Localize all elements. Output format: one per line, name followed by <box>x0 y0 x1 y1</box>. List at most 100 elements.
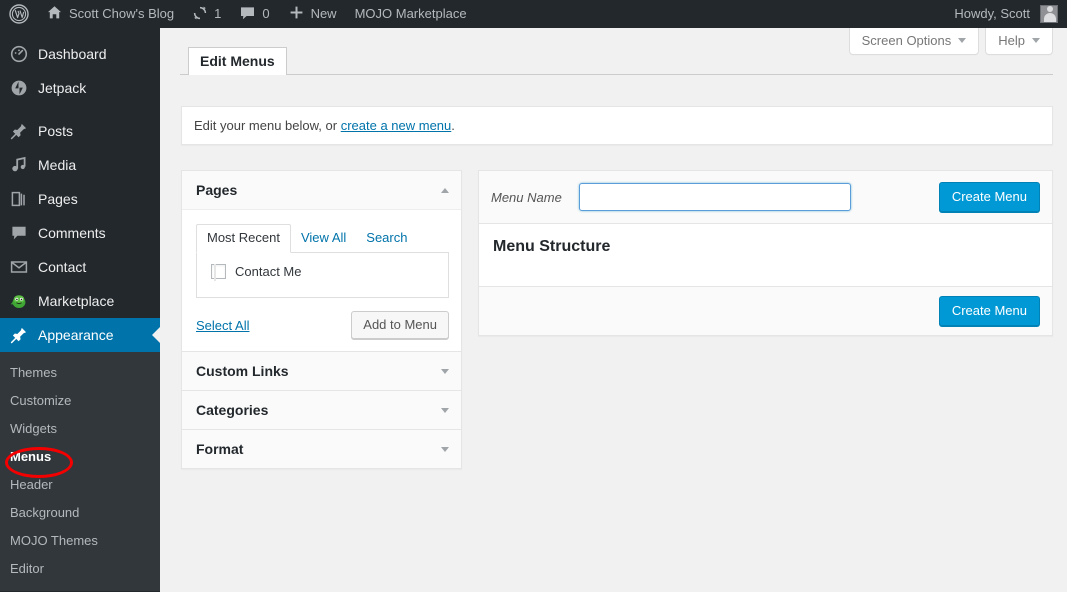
sidebar-item-label: Posts <box>38 123 74 139</box>
sidebar-subitem-mojo-themes[interactable]: MOJO Themes <box>0 527 160 555</box>
sidebar-item-label: Dashboard <box>38 46 107 62</box>
comment-bubble-icon <box>239 5 256 24</box>
create-menu-button-top[interactable]: Create Menu <box>938 182 1040 212</box>
postbox-title: Pages <box>196 182 238 198</box>
postbox-title: Custom Links <box>196 363 289 379</box>
menu-structure-body: Menu Structure <box>479 224 1052 286</box>
sidebar-item-label: Appearance <box>38 327 114 343</box>
media-icon <box>9 155 29 175</box>
tab-edit-menus[interactable]: Edit Menus <box>188 47 287 75</box>
home-icon <box>46 4 63 24</box>
wordpress-logo-icon <box>9 4 29 24</box>
list-item[interactable]: Contact Me <box>207 262 438 281</box>
menu-item-accordion: Pages Most Recent View All Search Contac… <box>181 170 462 469</box>
create-new-menu-link[interactable]: create a new menu <box>341 118 452 133</box>
envelope-icon <box>9 257 29 277</box>
page-item-label: Contact Me <box>235 264 302 279</box>
sidebar-item-label: Jetpack <box>38 80 87 96</box>
jetpack-icon <box>9 78 29 98</box>
postbox-categories-header[interactable]: Categories <box>182 391 461 429</box>
postbox-format: Format <box>181 430 462 469</box>
chevron-down-icon[interactable] <box>441 407 449 413</box>
sidebar-item-posts[interactable]: Posts <box>0 114 160 148</box>
sidebar-subitem-editor[interactable]: Editor <box>0 555 160 583</box>
sidebar-subitem-widgets[interactable]: Widgets <box>0 415 160 443</box>
user-avatar-icon <box>1040 5 1058 23</box>
postbox-title: Format <box>196 441 244 457</box>
postbox-pages-header[interactable]: Pages <box>182 171 461 210</box>
page-checkbox-contact-me[interactable] <box>211 264 226 281</box>
appearance-submenu: Themes Customize Widgets Menus Header Ba… <box>0 352 160 591</box>
my-account-menu[interactable]: Howdy, Scott <box>945 0 1067 28</box>
mojo-marketplace-menu[interactable]: MOJO Marketplace <box>346 0 476 28</box>
updates-icon <box>192 5 208 24</box>
admin-bar: Scott Chow's Blog 1 0 New MOJO Marketpla… <box>0 0 1067 28</box>
sidebar-separator <box>0 105 160 114</box>
wordpress-logo-menu[interactable] <box>0 0 37 28</box>
comments-count: 0 <box>262 6 270 21</box>
notice-edit-menu: Edit your menu below, or create a new me… <box>181 106 1053 145</box>
add-to-menu-button[interactable]: Add to Menu <box>351 311 449 339</box>
postbox-custom-links-header[interactable]: Custom Links <box>182 352 461 390</box>
new-content-menu[interactable]: New <box>279 0 346 28</box>
postbox-title: Categories <box>196 402 269 418</box>
chevron-down-icon <box>1032 38 1040 43</box>
sidebar-subitem-menus[interactable]: Menus <box>0 443 160 471</box>
sidebar-top-spacer <box>0 28 160 37</box>
howdy-label: Howdy, Scott <box>954 6 1030 21</box>
postbox-categories: Categories <box>181 391 462 430</box>
chevron-down-icon[interactable] <box>441 368 449 374</box>
menu-name-row: Menu Name Create Menu <box>479 171 1052 224</box>
nav-tab-wrapper: Edit Menus <box>180 46 1053 75</box>
site-name-label: Scott Chow's Blog <box>69 6 175 21</box>
admin-sidebar: Dashboard Jetpack Posts Media Pages Comm… <box>0 28 160 592</box>
select-all-link[interactable]: Select All <box>196 318 249 333</box>
marketplace-mascot-icon <box>9 291 29 311</box>
pages-icon <box>9 189 29 209</box>
postbox-custom-links: Custom Links <box>181 352 462 391</box>
menu-name-label: Menu Name <box>491 189 562 205</box>
sidebar-item-marketplace[interactable]: Marketplace <box>0 284 160 318</box>
menu-name-input[interactable] <box>579 183 851 211</box>
updates-menu[interactable]: 1 <box>183 0 230 28</box>
dashboard-icon <box>9 44 29 64</box>
site-name-menu[interactable]: Scott Chow's Blog <box>37 0 183 28</box>
pages-tab-panel: Contact Me <box>196 252 449 298</box>
sidebar-subitem-header[interactable]: Header <box>0 471 160 499</box>
chevron-down-icon[interactable] <box>441 446 449 452</box>
sidebar-subitem-background[interactable]: Background <box>0 499 160 527</box>
menu-management: Menu Name Create Menu Menu Structure Cre… <box>478 170 1053 336</box>
sidebar-subitem-themes[interactable]: Themes <box>0 359 160 387</box>
notice-text-after: . <box>451 118 455 133</box>
pages-tab-search[interactable]: Search <box>356 225 417 252</box>
notice-text-before: Edit your menu below, or <box>194 118 341 133</box>
pages-tab-view-all[interactable]: View All <box>291 225 356 252</box>
menu-structure-title: Menu Structure <box>493 238 611 255</box>
sidebar-item-comments[interactable]: Comments <box>0 216 160 250</box>
pages-panel-actions: Select All Add to Menu <box>196 311 449 339</box>
sidebar-item-label: Comments <box>38 225 106 241</box>
sidebar-item-pages[interactable]: Pages <box>0 182 160 216</box>
chevron-up-icon[interactable] <box>441 187 449 193</box>
comment-icon <box>9 223 29 243</box>
plus-icon <box>288 4 305 24</box>
sidebar-item-label: Pages <box>38 191 78 207</box>
main-content: Screen Options Help Edit Menus Edit your… <box>160 28 1067 592</box>
mojo-marketplace-label: MOJO Marketplace <box>354 6 467 21</box>
sidebar-item-jetpack[interactable]: Jetpack <box>0 71 160 105</box>
sidebar-item-media[interactable]: Media <box>0 148 160 182</box>
chevron-down-icon <box>958 38 967 43</box>
pages-tab-most-recent[interactable]: Most Recent <box>196 224 291 253</box>
updates-count: 1 <box>214 6 222 21</box>
menu-edit-box: Menu Name Create Menu Menu Structure Cre… <box>478 170 1053 336</box>
sidebar-subitem-customize[interactable]: Customize <box>0 387 160 415</box>
paintbrush-icon <box>9 325 29 345</box>
sidebar-item-dashboard[interactable]: Dashboard <box>0 37 160 71</box>
sidebar-item-contact[interactable]: Contact <box>0 250 160 284</box>
create-menu-button-bottom[interactable]: Create Menu <box>938 296 1040 326</box>
sidebar-item-appearance[interactable]: Appearance <box>0 318 160 352</box>
sidebar-item-label: Marketplace <box>38 293 115 309</box>
postbox-format-header[interactable]: Format <box>182 430 461 468</box>
sidebar-item-label: Contact <box>38 259 87 275</box>
comments-menu[interactable]: 0 <box>230 0 278 28</box>
